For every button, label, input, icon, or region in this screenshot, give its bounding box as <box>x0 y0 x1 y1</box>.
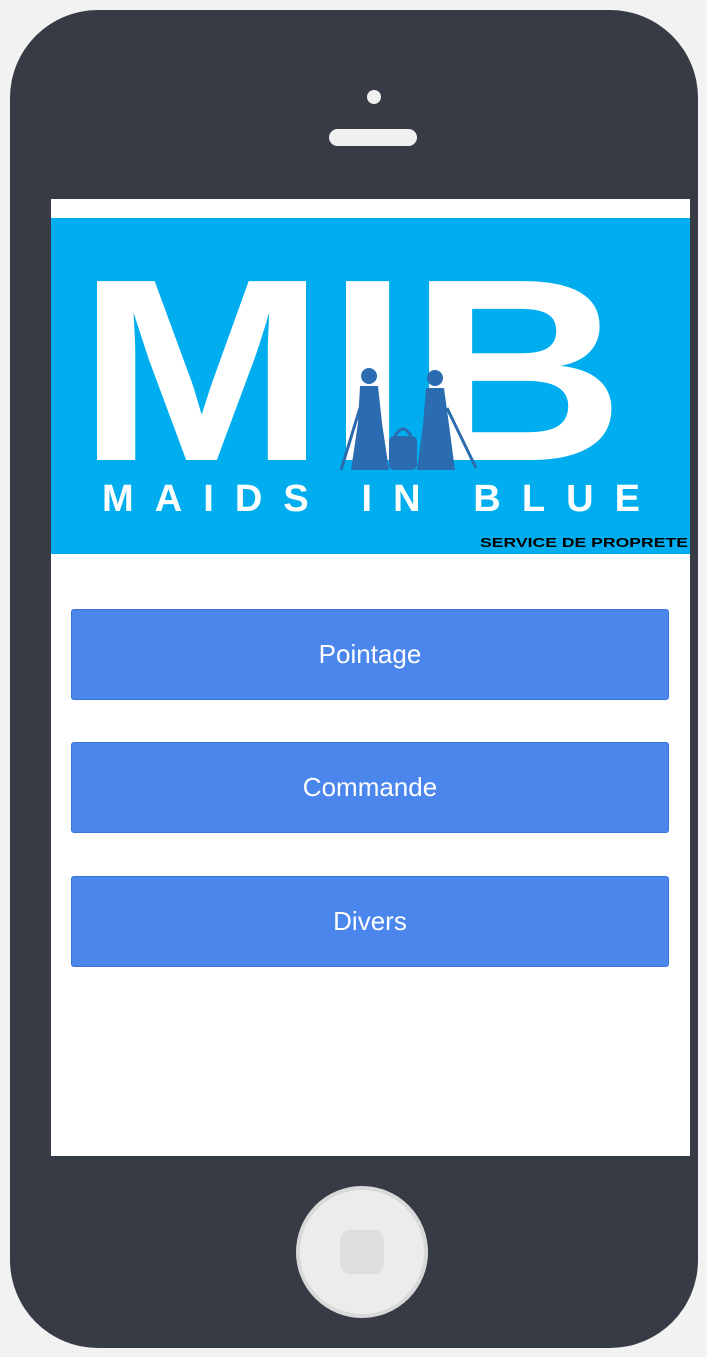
logo-big-letters: MIB <box>77 226 625 516</box>
logo-tagline: SERVICE DE PROPRETE <box>480 535 688 550</box>
home-square-icon <box>340 1230 384 1274</box>
commande-button[interactable]: Commande <box>71 742 669 833</box>
speaker-icon <box>329 129 417 146</box>
logo-banner: MIB MAIDS IN BLUE SERVICE DE PROPRETE <box>51 218 690 554</box>
app-screen: MIB MAIDS IN BLUE SERVICE DE PROPRETE Po… <box>51 199 690 1156</box>
pointage-button[interactable]: Pointage <box>71 609 669 700</box>
maids-in-blue-logo: MIB MAIDS IN BLUE SERVICE DE PROPRETE <box>77 226 688 550</box>
divers-button[interactable]: Divers <box>71 876 669 967</box>
phone-frame: MIB MAIDS IN BLUE SERVICE DE PROPRETE Po… <box>10 10 698 1348</box>
home-button[interactable] <box>296 1186 428 1318</box>
camera-icon <box>367 90 381 104</box>
